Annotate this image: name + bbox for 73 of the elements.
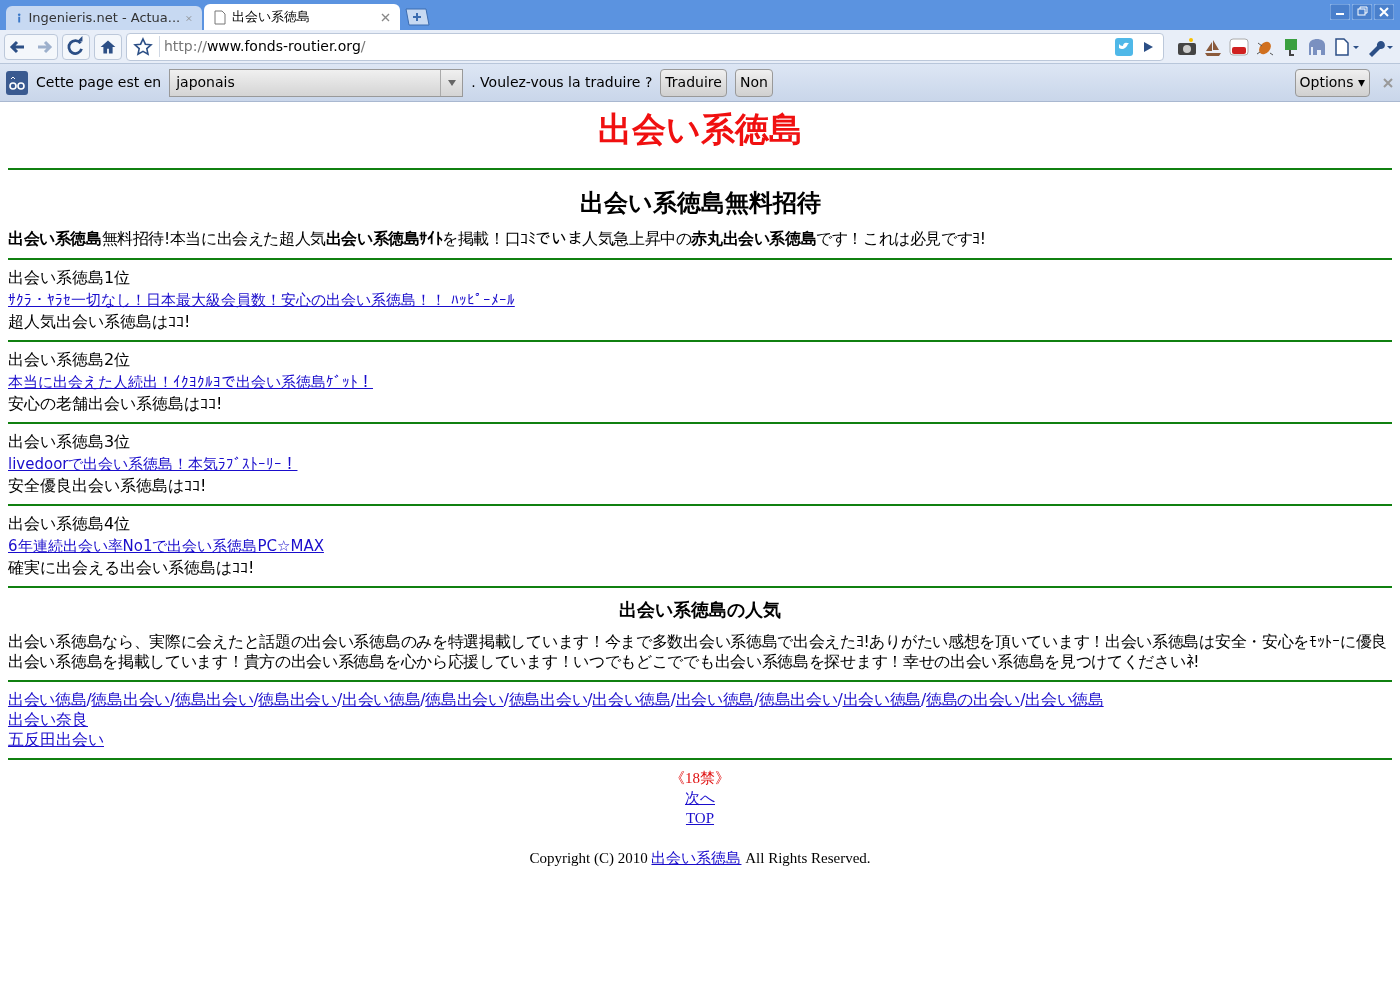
browser-tab[interactable]: Ingenieris.net - Actua...	[6, 6, 202, 30]
language-dropdown[interactable]: japonais	[169, 68, 464, 97]
keyword-link[interactable]: 出会い奈良	[8, 710, 88, 729]
dropdown-arrow-icon	[446, 78, 457, 87]
rank-note: 安全優良出会い系徳島はｺｺ!	[8, 476, 208, 496]
close-icon[interactable]	[381, 12, 390, 22]
page-menu-icon[interactable]	[1332, 36, 1362, 57]
restore-icon[interactable]	[1352, 4, 1372, 20]
translate-button[interactable]: Non	[734, 68, 773, 97]
rank-link[interactable]: 6年連続出会い率No1で出会い系徳島PC☆MAX	[8, 536, 324, 556]
link-separator: /	[921, 691, 926, 709]
rank-link[interactable]: ｻｸﾗ・ﾔﾗｾ一切なし！日本最大級会員数！安心の出会い系徳島！！ ﾊｯﾋﾟｰﾒｰﾙ	[8, 290, 515, 310]
rank-link[interactable]: livedoorで出会い系徳島！本気ﾗﾌﾞｽﾄｰﾘｰ！	[8, 454, 298, 474]
copyright-text: Copyright (C) 2010 出会い系徳島 All Rights Reserved.	[529, 849, 871, 868]
link-separator: /	[587, 691, 593, 709]
translate-icon	[6, 70, 28, 95]
link-separator: /	[754, 691, 760, 709]
translate-question: . Voulez-vous la traduire ?	[471, 73, 653, 92]
rank-note: 確実に出会える出会い系徳島はｺｺ!	[8, 558, 256, 578]
site-link[interactable]: 出会い系徳島	[651, 850, 742, 866]
keyword-link[interactable]: 徳島の出会い	[926, 691, 1021, 709]
keyword-link[interactable]: 出会い徳島	[675, 691, 755, 709]
rank-note: 超人気出会い系徳島はｺｺ!	[8, 312, 192, 332]
rank-note: 安心の老舗出会い系徳島はｺｺ!	[8, 394, 224, 414]
keyword-link[interactable]: 出会い徳島	[592, 691, 671, 709]
section-heading: 出会い系徳島の人気	[618, 598, 782, 622]
bird-icon	[1115, 37, 1133, 56]
keyword-link[interactable]: 五反田出会い	[8, 730, 104, 749]
translate-button[interactable]: Traduire	[660, 68, 727, 97]
page-title: 出会い系徳島	[596, 108, 804, 151]
rank-label: 出会い系徳島3位	[8, 432, 132, 452]
link-separator: /	[336, 691, 342, 709]
top-link[interactable]: TOP	[685, 808, 715, 828]
rank-label: 出会い系徳島1位	[8, 268, 132, 288]
translate-prompt: Cette page est en	[36, 73, 162, 92]
link-separator: /	[837, 691, 843, 709]
page-icon	[214, 9, 226, 25]
keyword-link[interactable]: 徳島出会い	[258, 691, 337, 709]
star-icon[interactable]	[133, 36, 153, 57]
rank-label: 出会い系徳島2位	[8, 350, 132, 370]
reload-icon[interactable]	[62, 33, 90, 60]
link-separator: /	[503, 691, 509, 709]
options-button[interactable]: Options ▾	[1294, 68, 1370, 97]
keyword-link[interactable]: 徳島出会い	[91, 691, 170, 709]
keyword-link[interactable]: 徳島出会い	[425, 691, 504, 709]
heading: 出会い系徳島無料招待	[578, 188, 822, 219]
link-separator: /	[1020, 691, 1026, 709]
keyword-link[interactable]: 出会い徳島	[1025, 691, 1104, 709]
link-separator: /	[169, 691, 175, 709]
popular-text: 出会い系徳島なら、実際に会えたと話題の出会い系徳島のみを特選掲載しています！今まで多数出会い系徳島で出会えたﾖ!ありがたい感想を頂いています！出会い系徳島は安全・安心をﾓｯﾄｰに優良出会い系徳島を掲載しています！貴方の出会い系徳島を心から応援しています！いつでもどこででも出会い系徳島を探せます！幸せの出会い系徳島を見つけてくださいﾈ!	[8, 632, 1388, 672]
home-icon[interactable]	[94, 33, 122, 60]
link-separator: /	[670, 691, 676, 709]
rank-label: 出会い系徳島4位	[8, 514, 132, 534]
close-icon[interactable]	[1374, 4, 1394, 20]
browser-tab[interactable]: 出会い系徳島	[204, 4, 400, 30]
keyword-link[interactable]: 出会い徳島	[341, 691, 421, 709]
rank-link[interactable]: 本当に出会えた人続出！ｲｸﾖｸﾙﾖで出会い系徳島ｹﾞｯﾄ！	[8, 372, 373, 392]
keyword-link[interactable]: 徳島出会い	[508, 691, 588, 709]
video-icon[interactable]	[1228, 36, 1250, 57]
keyword-link[interactable]: 出会い徳島	[842, 691, 922, 709]
play-icon[interactable]	[1141, 39, 1155, 54]
minimize-icon[interactable]	[1330, 4, 1350, 20]
keyword-link[interactable]: 徳島出会い	[759, 691, 838, 709]
intro-text: 出会い系徳島無料招待!本当に出会えた超人気出会い系徳島ｻｲﾄを掲載！口ｺﾐでいま人気急上昇中の赤丸出会い系徳島です！これは必見ですﾖ!	[8, 229, 987, 250]
link-separator: /	[253, 691, 259, 709]
link-separator: /	[420, 691, 426, 709]
keyword-link[interactable]: 出会い徳島	[8, 691, 87, 709]
new-tab-icon[interactable]	[404, 8, 430, 26]
camera-icon[interactable]	[1176, 36, 1198, 57]
keyword-link[interactable]: 徳島出会い	[174, 691, 254, 709]
next-link[interactable]: 次へ	[685, 788, 715, 808]
link-separator: /	[86, 691, 92, 709]
age-notice: 《18禁》	[670, 769, 730, 788]
